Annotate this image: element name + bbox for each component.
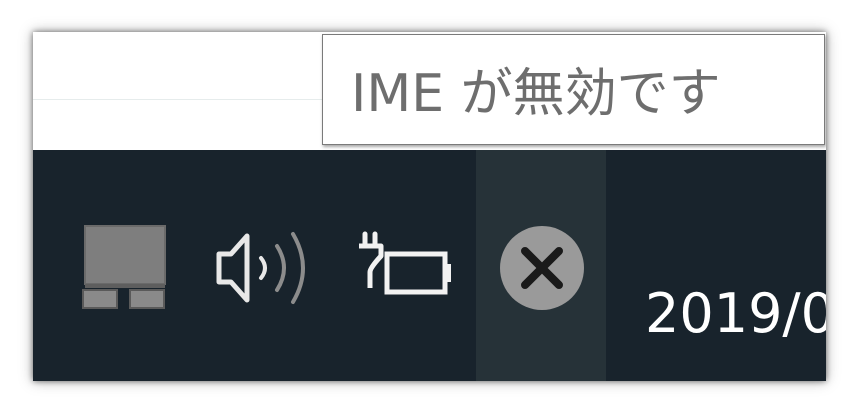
network-icon[interactable]: [81, 222, 171, 312]
ime-disabled-icon[interactable]: [496, 222, 588, 314]
ime-status-tooltip: IME が無効です: [322, 34, 825, 145]
volume-icon[interactable]: [213, 228, 323, 308]
taskbar: [33, 150, 826, 381]
window-divider: [33, 99, 333, 100]
battery-charging-icon[interactable]: [355, 228, 455, 308]
tooltip-text: IME が無効です: [351, 64, 721, 124]
clock-date[interactable]: 2019/0: [645, 282, 826, 345]
screenshot-frame: IME が無効です 2019/0: [33, 32, 826, 381]
